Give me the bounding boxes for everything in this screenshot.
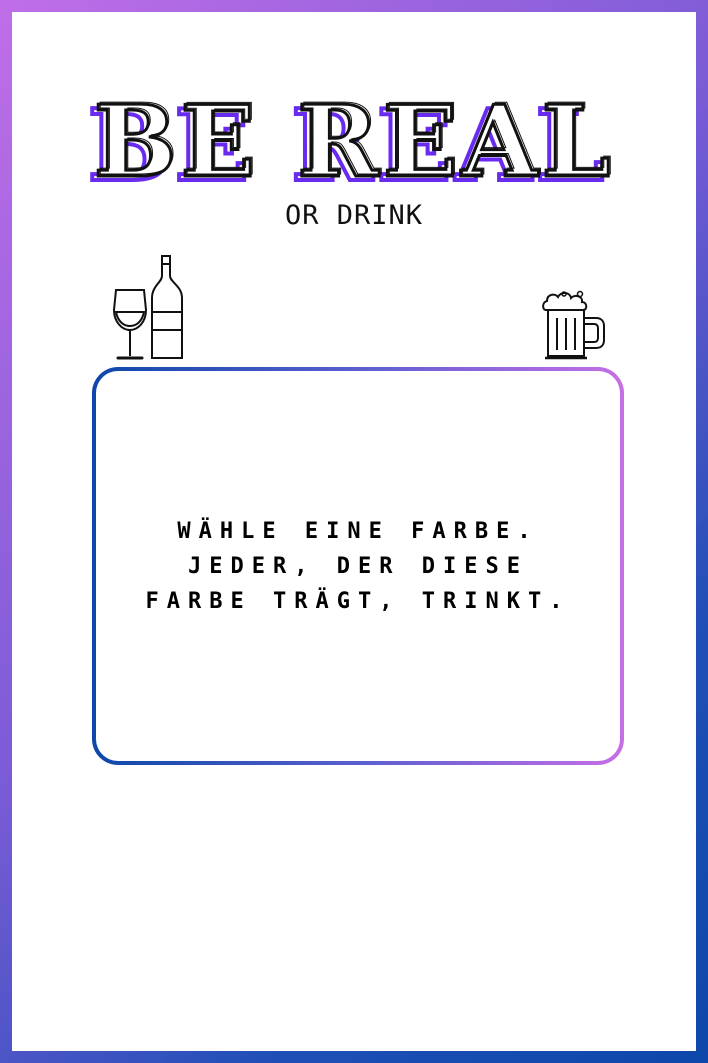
beer-mug-icon [542,290,605,360]
prompt-line-1: WÄHLE EINE FARBE. [177,519,539,544]
prompt-card-body: WÄHLE EINE FARBE. JEDER, DER DIESE FARBE… [96,371,620,761]
prompt-line-3: FARBE TRÄGT, TRINKT. [145,589,571,614]
subtitle: OR DRINK [284,200,424,231]
title-inline: BE REAL [96,83,617,188]
prompt-card: WÄHLE EINE FARBE. JEDER, DER DIESE FARBE… [92,367,624,765]
prompt-text: WÄHLE EINE FARBE. JEDER, DER DIESE FARBE… [96,514,620,619]
wine-glass-and-bottle-icon [112,255,183,360]
title-block: BE REAL BE REAL BE REAL [0,78,708,189]
prompt-line-2: JEDER, DER DIESE [188,554,528,579]
title-graphic: BE REAL BE REAL BE REAL [86,83,617,189]
